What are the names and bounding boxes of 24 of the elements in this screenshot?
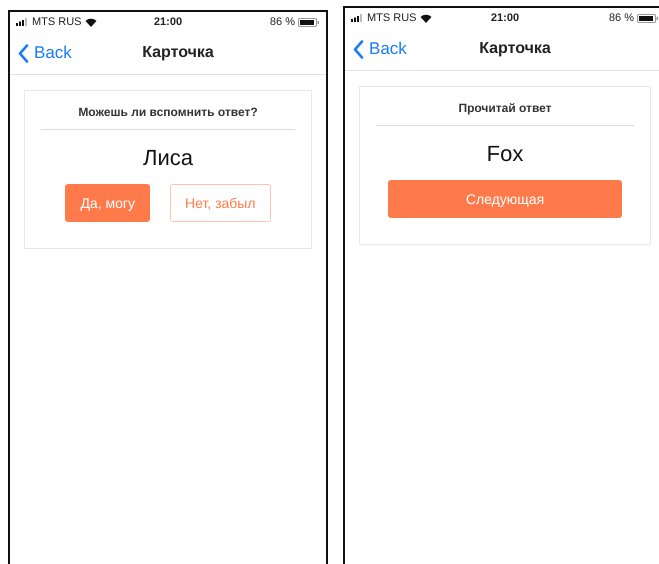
signal-icon [16, 18, 29, 26]
carrier-name: MTS RUS [367, 12, 416, 24]
status-time: 21:00 [490, 12, 520, 24]
card-prompt: Можешь ли вспомнить ответ? [41, 105, 295, 130]
card-prompt: Прочитай ответ [376, 101, 634, 126]
wifi-icon [420, 14, 432, 22]
next-button[interactable]: Следующая [388, 180, 622, 218]
wifi-icon [84, 18, 96, 26]
signal-icon [351, 14, 364, 22]
card-word: Лиса [143, 145, 193, 171]
carrier-name: MTS RUS [32, 16, 82, 28]
status-time: 21:00 [154, 16, 182, 28]
screen-title: Карточка [142, 44, 214, 62]
chevron-left-icon [353, 40, 364, 58]
battery-icon [298, 18, 320, 26]
no-button[interactable]: Нет, забыл [170, 184, 271, 222]
back-button[interactable]: Back [345, 39, 407, 59]
yes-button[interactable]: Да, могу [65, 184, 150, 222]
card-word: Fox [486, 141, 524, 167]
battery-percent: 86 % [608, 12, 634, 24]
screen-title: Карточка [479, 40, 551, 58]
chevron-left-icon [18, 44, 29, 62]
back-button[interactable]: Back [10, 43, 72, 63]
battery-percent: 86 % [270, 16, 295, 28]
